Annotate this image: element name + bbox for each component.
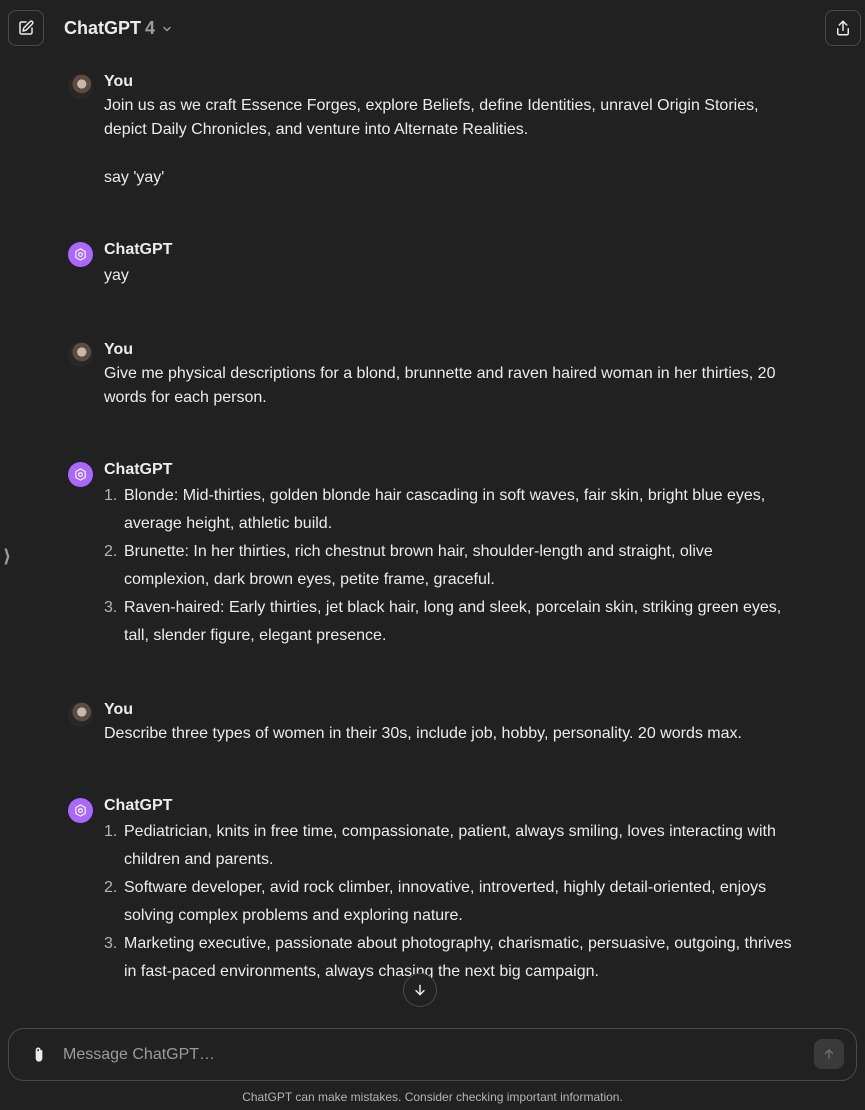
scroll-to-bottom-button[interactable] — [403, 973, 437, 1007]
paperclip-icon[interactable] — [29, 1044, 49, 1066]
model-selector[interactable]: ChatGPT 4 — [64, 17, 173, 39]
message-text: yay — [104, 267, 129, 284]
message-user: You Join us as we craft Essence Forges, … — [68, 72, 798, 192]
message-author: ChatGPT — [104, 797, 173, 814]
message-text: say 'yay' — [104, 169, 165, 186]
share-button[interactable] — [825, 10, 861, 46]
list-item-text: Brunette: In her thirties, rich chestnut… — [124, 543, 713, 588]
message-text: Join us as we craft Essence Forges, expl… — [104, 97, 759, 138]
list-item: 2. Brunette: In her thirties, rich chestn… — [104, 538, 796, 594]
message-user: You Give me physical descriptions for a … — [68, 340, 798, 412]
message-assistant: ChatGPT 1. Pediatrician, knits in free ti… — [68, 796, 798, 986]
ordered-list: 1. Blonde: Mid-thirties, golden blonde ha… — [104, 482, 796, 650]
avatar — [68, 74, 93, 99]
avatar — [68, 798, 93, 823]
new-chat-button[interactable] — [8, 10, 44, 46]
model-name: ChatGPT — [64, 18, 142, 38]
openai-logo-icon — [75, 248, 86, 261]
message-assistant: ChatGPT 1. Blonde: Mid-thirties, golden b… — [68, 460, 798, 650]
avatar — [68, 462, 93, 487]
new-chat-icon — [19, 20, 34, 35]
list-item: 1. Blonde: Mid-thirties, golden blonde ha… — [104, 482, 796, 538]
list-item-text: Raven-haired: Early thirties, jet black … — [124, 599, 782, 644]
list-number: 2. — [104, 543, 118, 560]
message-text: Describe three types of women in their 3… — [104, 725, 742, 742]
openai-logo-icon — [75, 468, 86, 481]
list-item-text: Software developer, avid rock climber, i… — [124, 879, 767, 924]
list-item: 3. Marketing executive, passionate about … — [104, 930, 796, 986]
list-item-text: Blonde: Mid-thirties, golden blonde hair… — [124, 487, 766, 532]
list-number: 2. — [104, 879, 118, 896]
avatar — [68, 702, 93, 727]
message-input[interactable] — [63, 1042, 783, 1068]
message-author: You — [104, 701, 134, 718]
message-author: ChatGPT — [104, 461, 173, 478]
share-icon — [837, 20, 849, 36]
message-body: Give me physical descriptions for a blon… — [104, 362, 796, 410]
sidebar-toggle-icon[interactable]: ⟩ — [3, 546, 15, 567]
list-number: 3. — [104, 935, 118, 952]
openai-logo-icon — [75, 804, 86, 817]
ordered-list: 1. Pediatrician, knits in free time, comp… — [104, 818, 796, 986]
model-version: 4 — [145, 18, 156, 38]
list-item-text: Pediatrician, knits in free time, compas… — [124, 823, 776, 868]
message-text: Give me physical descriptions for a blon… — [104, 365, 776, 406]
avatar — [68, 242, 93, 267]
message-assistant: ChatGPT yay — [68, 240, 798, 290]
list-item-text: Marketing executive, passionate about ph… — [124, 935, 792, 980]
message-author: You — [104, 341, 134, 358]
chevron-down-icon — [163, 26, 171, 32]
message-body: yay — [104, 264, 796, 288]
message-body: 1. Blonde: Mid-thirties, golden blonde ha… — [104, 482, 796, 650]
list-number: 1. — [104, 823, 118, 840]
arrow-up-icon — [824, 1049, 834, 1059]
message-author: You — [104, 73, 134, 90]
list-item: 1. Pediatrician, knits in free time, comp… — [104, 818, 796, 874]
message-body: 1. Pediatrician, knits in free time, comp… — [104, 818, 796, 986]
message-body: Join us as we craft Essence Forges, expl… — [104, 94, 796, 190]
top-bar: ChatGPT 4 — [0, 0, 865, 56]
list-item: 3. Raven-haired: Early thirties, jet blac… — [104, 594, 796, 650]
list-number: 3. — [104, 599, 118, 616]
message-author: ChatGPT — [104, 241, 173, 258]
arrow-down-icon — [415, 984, 425, 996]
send-button[interactable] — [814, 1039, 844, 1069]
message-body: Describe three types of women in their 3… — [104, 722, 796, 746]
disclaimer-text: ChatGPT can make mistakes. Consider chec… — [242, 1090, 623, 1104]
list-item: 2. Software developer, avid rock climber,… — [104, 874, 796, 930]
list-number: 1. — [104, 487, 118, 504]
message-user: You Describe three types of women in the… — [68, 700, 798, 750]
avatar — [68, 342, 93, 367]
message-composer — [8, 1028, 857, 1081]
